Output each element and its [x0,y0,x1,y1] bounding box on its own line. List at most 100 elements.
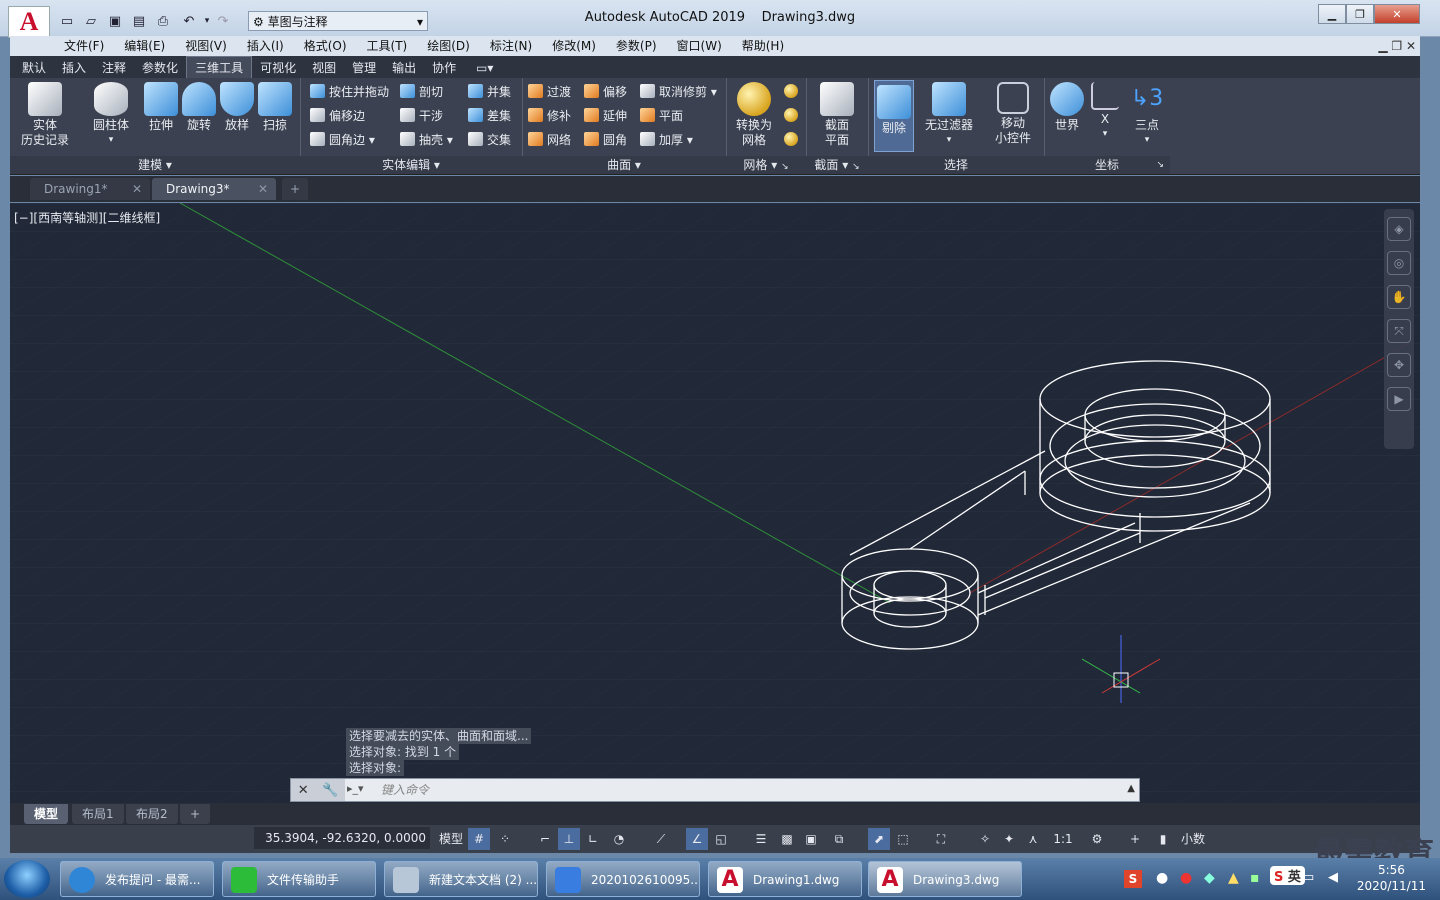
grid-toggle-icon[interactable]: # [468,828,490,850]
ucs-world-button[interactable]: 世界 [1048,82,1086,133]
menu-item[interactable]: 插入(I) [237,36,294,56]
save-icon[interactable]: ▣ [106,12,124,30]
viewport-controls-label[interactable]: [−][西南等轴测][二维线框] [14,209,160,226]
menu-item[interactable]: 窗口(W) [667,36,732,56]
slice-button[interactable]: 剖切 [400,82,443,102]
subtract-button[interactable]: 差集 [468,106,511,126]
no-filter-button[interactable]: 无过滤器 ▾ [920,82,978,148]
menu-item[interactable]: 工具(T) [357,36,418,56]
open-folder-icon[interactable]: ▱ [82,12,100,30]
culling-button[interactable]: 剔除 [874,80,914,152]
tray-wechat-icon[interactable]: ● [1156,870,1168,886]
start-button[interactable] [4,860,50,898]
command-prompt-icon[interactable]: ▸_▾ [347,782,364,795]
move-gizmo-button[interactable]: 移动 小控件 [986,82,1040,146]
menu-item[interactable]: 标注(N) [480,36,542,56]
gizmo-toggle-icon[interactable]: ⬈ [868,828,890,850]
viewcube-icon[interactable]: ◈ [1387,217,1411,241]
convert-to-mesh-button[interactable]: 转换为 网格 [730,82,778,148]
close-button[interactable]: ✕ [1374,4,1420,24]
snap-mode-icon[interactable]: ⁘ [494,828,516,850]
redo-icon[interactable]: ↷ [214,12,232,30]
tab-model[interactable]: 模型 [24,804,69,824]
minimize-button[interactable]: ▁ [1318,4,1346,24]
orbit-icon[interactable]: ✥ [1387,353,1411,377]
ribbon-tab[interactable]: 管理 [344,57,384,79]
wrench-icon[interactable]: 🔧 [322,783,338,798]
panel-title-coordinates[interactable]: 坐标 ↘ [1044,156,1170,174]
system-clock[interactable]: 5:56 2020/11/11 [1357,862,1426,894]
ribbon-tab[interactable]: 协作 [424,57,464,79]
mesh-smooth-icon[interactable] [784,132,798,146]
ribbon-tab[interactable]: 插入 [54,57,94,79]
annotation-scale-icon[interactable]: ⋏ [1022,828,1044,850]
extend-button[interactable]: 延伸 [584,106,627,126]
doc-window-controls[interactable]: ▁ ❐ ✕ [1378,36,1416,56]
ribbon-tab[interactable]: 默认 [14,57,54,79]
taskbar-item-video[interactable]: 2020102610095... [546,861,700,897]
taskbar-item-drawing3[interactable]: A Drawing3.dwg [868,861,1022,897]
volume-icon[interactable]: ◀ [1328,870,1338,885]
presspull-button[interactable]: 按住并拖动 [310,82,389,102]
tab-layout2[interactable]: 布局2 [126,804,178,824]
ime-status[interactable]: S 英 [1270,866,1305,885]
plus-icon[interactable]: + [1124,828,1146,850]
patch-button[interactable]: 修补 [528,106,571,126]
panel-title-section[interactable]: 截面 ▾ ↘ [806,156,868,174]
menu-item[interactable]: 绘图(D) [417,36,480,56]
model-space-canvas[interactable] [10,203,1420,803]
pan-hand-icon[interactable]: ✋ [1387,285,1411,309]
ribbon-tab[interactable]: 视图 [304,57,344,79]
save-as-icon[interactable]: ▤ [130,12,148,30]
showmotion-icon[interactable]: ▶ [1387,387,1411,411]
settings-gear-icon[interactable]: ⚙ [1086,828,1108,850]
lineweight-icon[interactable]: ☰ [750,828,772,850]
surface-offset-button[interactable]: 偏移 [584,82,627,102]
sweep-button[interactable]: 扫掠 [252,82,298,133]
add-layout-button[interactable]: + [180,804,211,824]
doc-tab-drawing1[interactable]: Drawing1* ✕ [30,178,150,200]
shell-button[interactable]: 抽壳 ▾ [400,130,453,150]
drawing-viewport[interactable]: [−][西南等轴测][二维线框] ◈ ◎ ✋ ⤧ ✥ ▶ 选择要减去的实体、曲面… [10,203,1420,803]
annotation-monitor-icon[interactable]: ⬚ [892,828,914,850]
dynamic-ucs-icon[interactable]: ⧉ [828,828,850,850]
polar-icon[interactable]: ∟ [582,828,604,850]
untrim-button[interactable]: 取消修剪 ▾ [640,82,717,102]
panel-title-mesh[interactable]: 网格 ▾ ↘ [726,156,806,174]
chevron-up-icon[interactable]: ▲ [1127,783,1135,794]
menu-item[interactable]: 帮助(H) [732,36,794,56]
offset-edge-button[interactable]: 偏移边 [310,106,365,126]
units-display[interactable]: 小数 [1178,828,1208,850]
taskbar-item-ie[interactable]: 发布提问 - 最需... [60,861,214,897]
intersect-button[interactable]: 交集 [468,130,511,150]
menu-item[interactable]: 参数(P) [606,36,667,56]
planar-button[interactable]: 平面 [640,106,683,126]
menu-item[interactable]: 视图(V) [175,36,237,56]
tab-layout1[interactable]: 布局1 [72,804,124,824]
close-icon[interactable]: ✕ [132,178,142,200]
union-button[interactable]: 并集 [468,82,511,102]
ribbon-tab[interactable]: 参数化 [134,57,186,79]
mesh-tool-icon[interactable] [784,84,798,98]
workspace-switcher[interactable]: ⚙ 草图与注释 ▾ [248,11,428,31]
command-input[interactable]: 键入命令 [381,779,429,801]
dynamic-input-icon[interactable]: ⌐ [534,828,556,850]
tray-network-icon[interactable]: ▲ [1228,870,1239,886]
plot-icon[interactable]: ⎙ [154,12,172,30]
sogou-ime-icon[interactable]: S [1124,870,1142,888]
auto-scale-icon[interactable]: ✦ [998,828,1020,850]
ribbon-tab[interactable]: 三维工具 [186,56,253,79]
interfere-button[interactable]: 干涉 [400,106,443,126]
object-snap-tracking-icon[interactable]: ⟋ [650,828,672,850]
doc-tab-drawing3[interactable]: Drawing3* ✕ [152,178,276,200]
close-icon[interactable]: ✕ [258,178,268,200]
panel-title-surface[interactable]: 曲面 ▾ [522,156,726,174]
application-menu-button[interactable]: A [8,6,50,38]
menu-item[interactable]: 格式(O) [294,36,357,56]
ribbon-options-icon[interactable]: ▭▾ [468,57,501,79]
units-bar-icon[interactable]: ▮ [1152,828,1174,850]
tray-weibo-icon[interactable]: ● [1180,870,1192,886]
tray-shield-icon[interactable]: ◆ [1204,870,1215,886]
ortho-icon[interactable]: ⊥ [558,828,580,850]
steering-wheel-icon[interactable]: ◎ [1387,251,1411,275]
